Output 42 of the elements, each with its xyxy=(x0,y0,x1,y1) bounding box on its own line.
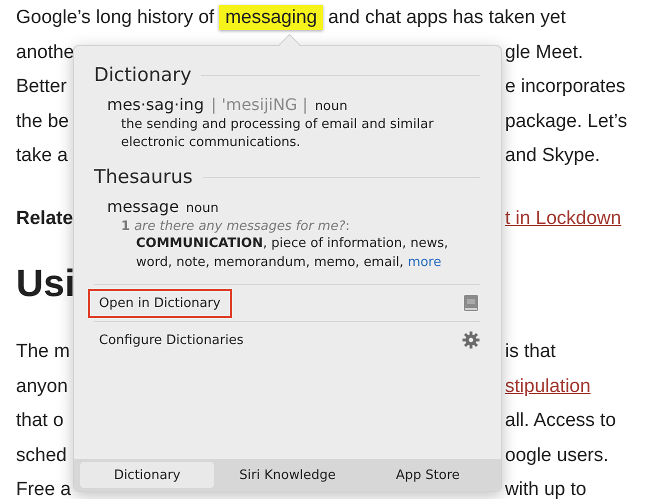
article-text: that o xyxy=(16,410,64,431)
article-text: oogle users. xyxy=(505,444,609,466)
article-text: Free a xyxy=(16,479,71,499)
headword: mes·sag·ing xyxy=(107,95,204,114)
article-text: package. Let’s xyxy=(505,110,628,132)
section-heading: Usi xyxy=(16,263,76,305)
headword: message xyxy=(107,197,179,216)
synonym-list: COMMUNICATION, piece of information, news, word, note, memorandum, memo, email, more xyxy=(107,234,466,272)
tab[interactable]: App Store xyxy=(360,462,495,488)
article-text: The m xyxy=(16,341,70,362)
article-text: Better xyxy=(16,76,67,97)
menu-item[interactable]: Open in Dictionary xyxy=(88,288,232,318)
article-text: take a xyxy=(16,145,68,166)
book-icon[interactable] xyxy=(462,294,480,312)
article-text: e incorporates xyxy=(505,76,626,97)
part-of-speech: noun xyxy=(314,99,348,114)
definition-text: the sending and processing of email and similar electronic communications. xyxy=(120,116,435,152)
article-text: is that xyxy=(505,341,556,362)
part-of-speech: noun xyxy=(186,201,219,216)
article-text: Google’s long history of xyxy=(16,7,214,28)
more-link[interactable]: more xyxy=(408,255,442,270)
article-link[interactable]: t in Lockdown xyxy=(505,208,622,228)
settings-icon[interactable] xyxy=(462,331,480,349)
article-text: and Skype. xyxy=(505,145,600,166)
article-text: anothe xyxy=(16,42,74,62)
article-text: with up to xyxy=(505,479,586,499)
pronunciation: | 'mesijiNG | xyxy=(210,95,308,114)
section-title: Thesaurus xyxy=(94,166,193,188)
menu-item[interactable]: Configure Dictionaries xyxy=(88,326,255,354)
tab[interactable]: Siri Knowledge xyxy=(220,462,355,488)
article-text: all. Access to xyxy=(505,410,616,431)
article-text: and chat apps has taken yet xyxy=(328,7,566,28)
highlighted-word: messaging xyxy=(219,5,324,30)
article-text: sched xyxy=(16,444,67,466)
related-label: Relate xyxy=(16,208,74,228)
article-text: gle Meet. xyxy=(505,42,584,62)
article-text: the be xyxy=(16,110,69,132)
tab[interactable]: Dictionary xyxy=(80,462,214,488)
article-link[interactable]: stipulation xyxy=(505,376,591,396)
article-text: anyon xyxy=(16,376,68,396)
section-title: Dictionary xyxy=(94,64,192,86)
example-sentence: 1 are there any messages for me?: xyxy=(120,219,351,234)
